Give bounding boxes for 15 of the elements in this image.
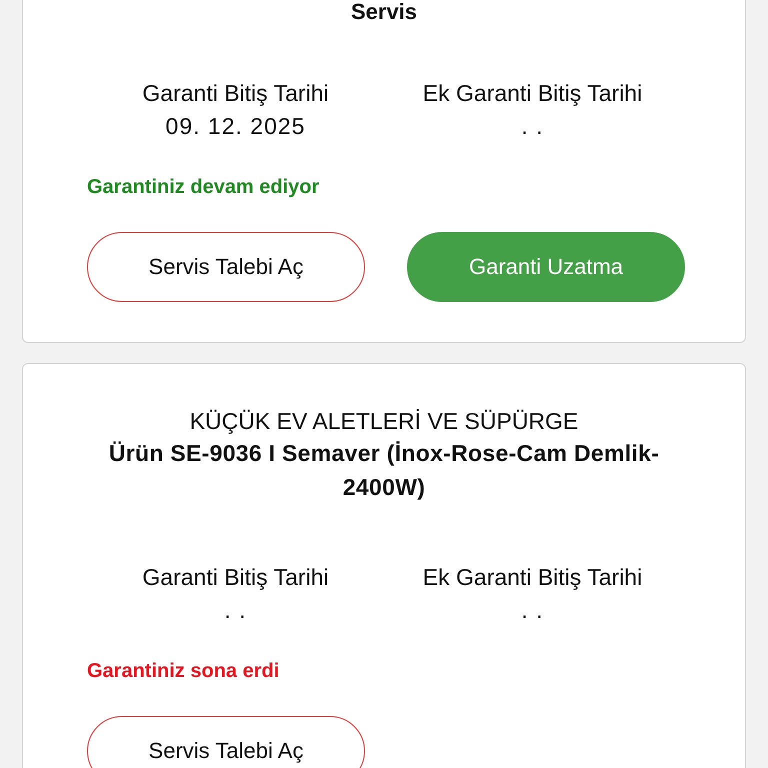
product-name: Ürün SE-9036 I Semaver (İnox-Rose-Cam Demlik-2400W): [108, 439, 660, 502]
product-category: KÜÇÜK EV ALETLERİ VE SÜPÜRGE: [190, 407, 578, 436]
date-label: Ek Garanti Bitiş Tarihi: [422, 564, 642, 591]
warranty-status: Garantiniz sona erdi: [87, 660, 280, 683]
service-request-button[interactable]: Servis Talebi Aç: [87, 716, 365, 768]
date-label: Ek Garanti Bitiş Tarihi: [422, 80, 642, 107]
date-value: . .: [521, 597, 544, 624]
warranty-status: Garantiniz devam ediyor: [87, 176, 320, 199]
date-label: Garanti Bitiş Tarihi: [142, 564, 329, 591]
date-value: . .: [224, 597, 247, 624]
product-category: Servis: [350, 0, 418, 24]
date-label: Garanti Bitiş Tarihi: [142, 80, 329, 107]
date-value: 09. 12. 2025: [166, 113, 306, 140]
service-request-button[interactable]: Servis Talebi Aç: [87, 232, 365, 302]
date-value: . .: [521, 113, 544, 140]
